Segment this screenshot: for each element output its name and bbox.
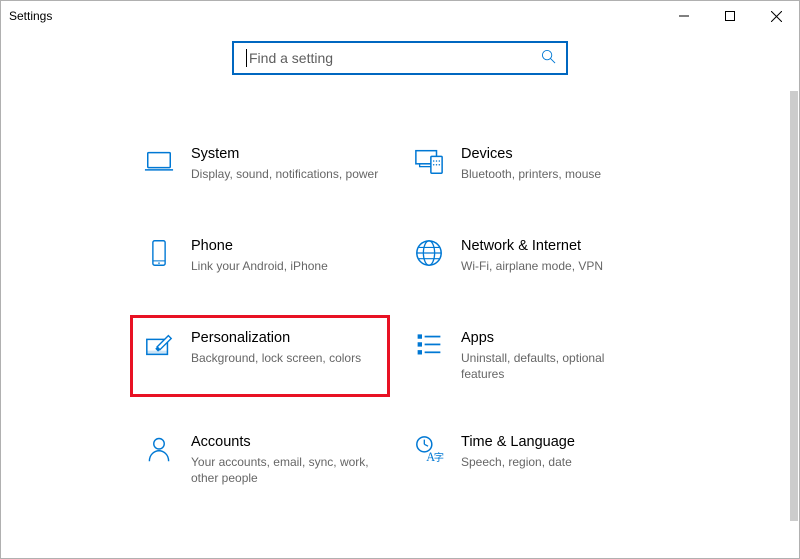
tile-desc: Link your Android, iPhone: [191, 258, 328, 274]
tile-title: Accounts: [191, 432, 379, 452]
tile-phone[interactable]: Phone Link your Android, iPhone: [130, 223, 390, 293]
system-icon: [141, 146, 177, 176]
tile-desc: Speech, region, date: [461, 454, 575, 470]
devices-icon: [411, 146, 447, 176]
tile-title: Network & Internet: [461, 236, 603, 256]
tile-desc: Bluetooth, printers, mouse: [461, 166, 601, 182]
tile-system[interactable]: System Display, sound, notifications, po…: [130, 131, 390, 201]
text-caret: [246, 49, 247, 67]
scrollbar[interactable]: [790, 91, 798, 521]
maximize-button[interactable]: [707, 1, 753, 31]
settings-grid: System Display, sound, notifications, po…: [1, 131, 789, 501]
tile-network[interactable]: Network & Internet Wi-Fi, airplane mode,…: [400, 223, 660, 293]
accounts-icon: [141, 434, 177, 464]
tile-title: Personalization: [191, 328, 361, 348]
network-icon: [411, 238, 447, 268]
titlebar: Settings: [1, 1, 799, 31]
close-button[interactable]: [753, 1, 799, 31]
tile-title: Phone: [191, 236, 328, 256]
tile-desc: Uninstall, defaults, optional features: [461, 350, 649, 382]
svg-text:字: 字: [434, 451, 444, 464]
tile-desc: Your accounts, email, sync, work, other …: [191, 454, 379, 486]
tile-apps[interactable]: Apps Uninstall, defaults, optional featu…: [400, 315, 660, 397]
tile-accounts[interactable]: Accounts Your accounts, email, sync, wor…: [130, 419, 390, 501]
minimize-button[interactable]: [661, 1, 707, 31]
time-language-icon: A字: [411, 434, 447, 464]
tile-title: Time & Language: [461, 432, 575, 452]
apps-icon: [411, 330, 447, 358]
tile-time-language[interactable]: A字 Time & Language Speech, region, date: [400, 419, 660, 501]
tile-title: System: [191, 144, 378, 164]
tile-devices[interactable]: Devices Bluetooth, printers, mouse: [400, 131, 660, 201]
tile-desc: Background, lock screen, colors: [191, 350, 361, 366]
search-input[interactable]: Find a setting: [232, 41, 568, 75]
search-icon: [541, 49, 556, 67]
personalization-icon: [141, 330, 177, 360]
search-placeholder: Find a setting: [249, 50, 541, 66]
phone-icon: [141, 238, 177, 268]
tile-title: Devices: [461, 144, 601, 164]
window-title: Settings: [9, 9, 52, 23]
tile-desc: Display, sound, notifications, power: [191, 166, 378, 182]
tile-title: Apps: [461, 328, 649, 348]
tile-personalization[interactable]: Personalization Background, lock screen,…: [130, 315, 390, 397]
tile-desc: Wi-Fi, airplane mode, VPN: [461, 258, 603, 274]
